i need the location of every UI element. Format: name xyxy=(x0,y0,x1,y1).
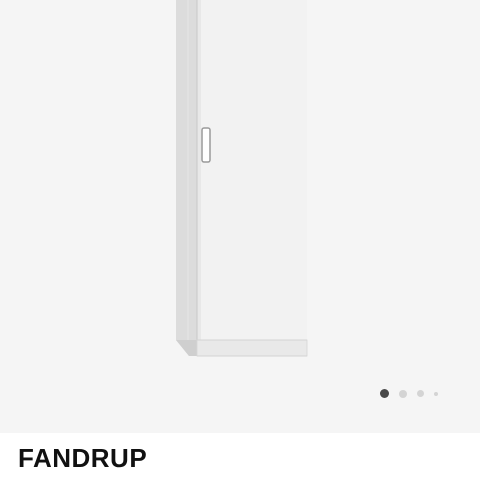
cabinet-door xyxy=(197,0,307,340)
carousel-dot-2[interactable] xyxy=(399,389,407,398)
carousel-dot-1[interactable] xyxy=(380,389,389,398)
wardrobe-image xyxy=(176,0,308,357)
carousel-dot-3[interactable] xyxy=(417,390,424,397)
door-handle xyxy=(201,127,211,163)
product-image-gallery[interactable] xyxy=(0,0,480,433)
product-title: FANDRUP xyxy=(18,443,148,473)
cabinet-base xyxy=(197,340,307,356)
carousel-pagination xyxy=(380,389,438,398)
carousel-dot-4[interactable] xyxy=(434,391,438,396)
